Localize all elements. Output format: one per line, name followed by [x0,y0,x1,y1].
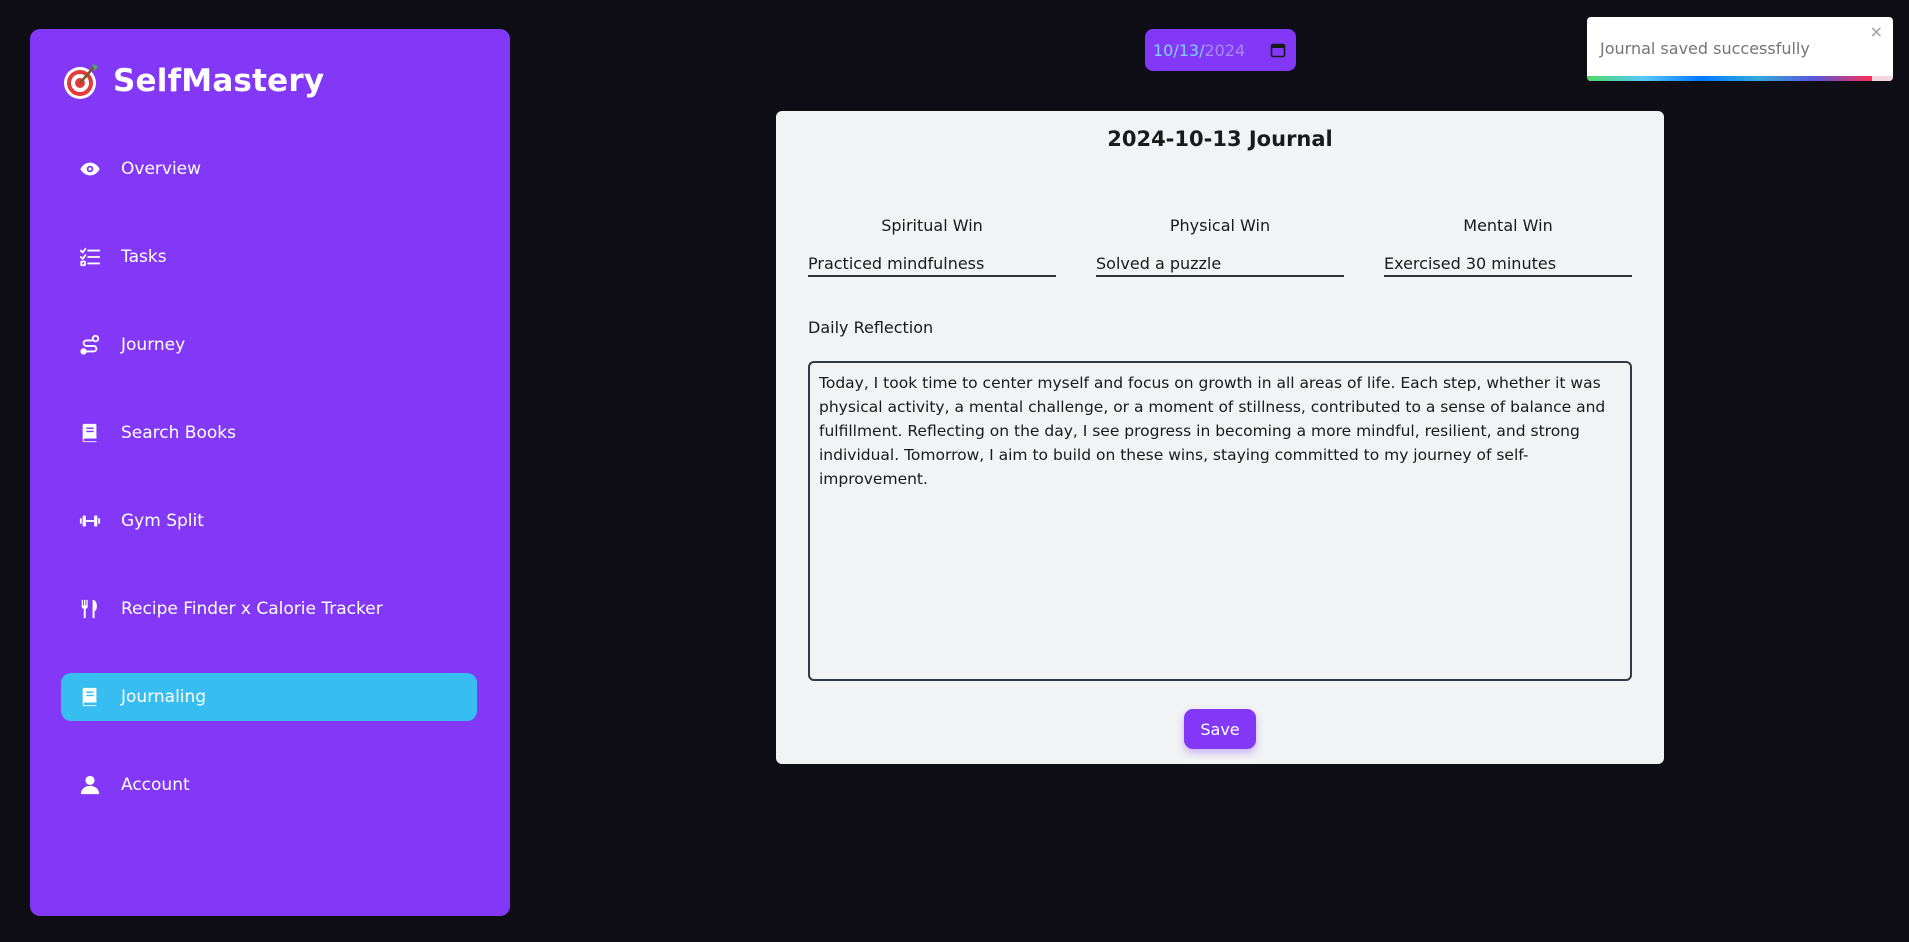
sidebar-item-label: Recipe Finder x Calorie Tracker [121,599,383,619]
sidebar-item-journey[interactable]: Journey [61,321,477,369]
dumbbell-icon [79,510,101,532]
route-icon [79,334,101,356]
close-icon[interactable]: × [1870,22,1883,41]
sidebar-item-label: Gym Split [121,511,204,531]
journal-icon [79,686,101,708]
sidebar-item-label: Journaling [121,687,207,707]
book-icon [79,422,101,444]
toast-progress-bar [1587,76,1872,81]
calendar-icon[interactable] [1270,42,1286,58]
spiritual-win-input[interactable] [808,251,1056,277]
mental-win-label: Mental Win [1463,216,1553,235]
spiritual-win-label: Spiritual Win [881,216,983,235]
sidebar-item-tasks[interactable]: Tasks [61,233,477,281]
journal-card: 2024-10-13 Journal Spiritual Win Physica… [776,111,1664,764]
save-button[interactable]: Save [1184,709,1256,749]
checklist-icon [79,246,101,268]
sidebar-item-label: Overview [121,159,202,179]
sidebar-item-journaling[interactable]: Journaling [61,673,477,721]
brand-name: SelfMastery [113,63,325,99]
physical-win-label: Physical Win [1169,216,1271,235]
date-picker[interactable]: 10/13/2024 [1145,29,1296,71]
sidebar-item-label: Tasks [121,247,167,267]
sidebar-item-search-books[interactable]: Search Books [61,409,477,457]
toast-notification: Journal saved successfully × [1587,17,1893,81]
utensils-icon [79,598,101,620]
sidebar-item-label: Account [121,775,190,795]
toast-message: Journal saved successfully [1600,39,1810,58]
physical-win-input[interactable] [1096,251,1344,277]
sidebar: SelfMastery Overview Tasks Journey Searc… [30,29,510,916]
date-month-day[interactable]: 10/13 [1153,41,1199,60]
sidebar-item-gym-split[interactable]: Gym Split [61,497,477,545]
sidebar-item-recipe-finder[interactable]: Recipe Finder x Calorie Tracker [61,585,477,633]
reflection-textarea[interactable]: Today, I took time to center myself and … [808,361,1632,681]
page-title: 2024-10-13 Journal [1107,127,1333,151]
brand[interactable]: SelfMastery [61,61,324,101]
sidebar-item-account[interactable]: Account [61,761,477,809]
sidebar-item-label: Search Books [121,423,236,443]
reflection-label: Daily Reflection [808,318,934,337]
user-icon [79,774,101,796]
sidebar-item-overview[interactable]: Overview [61,145,477,193]
target-arrow-icon [64,64,98,99]
sidebar-item-label: Journey [121,335,186,355]
date-year[interactable]: 2024 [1205,41,1246,60]
eye-icon [79,158,101,180]
mental-win-input[interactable] [1384,251,1632,277]
